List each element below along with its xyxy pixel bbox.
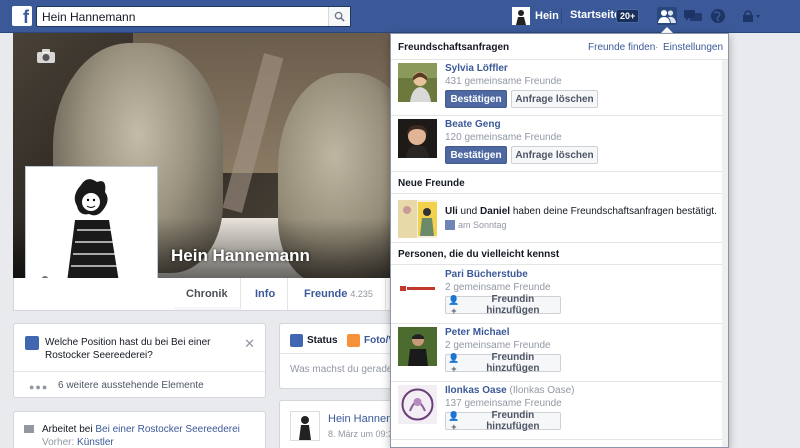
request-name[interactable]: Sylvia Löffler	[445, 63, 508, 74]
suggestions-header: Personen, die du vielleicht kennst	[391, 243, 728, 265]
mutual-friends[interactable]: 137 gemeinsame Freunde	[445, 398, 562, 409]
post-avatar[interactable]	[290, 411, 320, 441]
profile-tabs: Chronik Info Freunde 4.235	[13, 278, 393, 311]
request-name[interactable]: Beate Geng	[445, 119, 501, 130]
top-user-name: Hein	[535, 10, 559, 22]
intro-card: Arbeitet bei Bei einer Rostocker Seereed…	[13, 411, 266, 448]
delete-request-button[interactable]: Anfrage löschen	[511, 90, 598, 108]
top-navigation-bar: f Hein Startseite 20+	[0, 0, 800, 33]
home-count-badge: 20+	[616, 9, 640, 23]
tab-freunde-label: Freunde	[304, 288, 348, 300]
mutual-friends[interactable]: 120 gemeinsame Freunde	[445, 132, 562, 143]
pencil-icon	[25, 336, 39, 350]
friends-small-icon	[445, 220, 455, 230]
add-friend-icon: 👤+	[448, 410, 460, 432]
messages-jewel[interactable]	[683, 7, 703, 25]
search-button[interactable]	[328, 7, 350, 26]
new-friends-avatar	[398, 200, 437, 238]
post-timestamp[interactable]: 8. März um 09:30	[328, 429, 398, 439]
friends-count: 4.235	[350, 289, 373, 299]
user-avatar	[512, 7, 530, 25]
tab-freunde[interactable]: Freunde 4.235	[292, 278, 386, 310]
status-tab[interactable]: Status	[290, 334, 338, 347]
suggestion-item: Pari Bücherstube 2 gemeinsame Freunde 👤+…	[391, 266, 728, 324]
friends-icon	[658, 10, 676, 23]
add-friend-icon: 👤+	[448, 352, 460, 374]
search-icon	[334, 11, 345, 22]
find-friends-link[interactable]: Freunde finden	[588, 42, 655, 53]
more-dots-icon: ●●●	[29, 382, 49, 392]
confirm-button[interactable]: Bestätigen	[445, 90, 507, 108]
suggestion-name[interactable]: Peter Michael	[445, 327, 509, 338]
friend-request-item: Beate Geng 120 gemeinsame Freunde Bestät…	[391, 116, 728, 172]
new-friends-header: Neue Freunde	[391, 172, 728, 194]
nav-divider	[561, 9, 562, 24]
new-friends-text: Uli und Daniel haben deine Freundschafts…	[445, 206, 717, 217]
add-friend-button[interactable]: 👤+ Freundin hinzufügen	[445, 294, 561, 316]
delete-request-button[interactable]: Anfrage löschen	[511, 146, 598, 164]
friend-requests-dropdown: Freundschaftsanfragen Freunde finden · E…	[390, 33, 729, 448]
briefcase-icon	[24, 425, 34, 433]
timeline-post: Hein Hannemann 8. März um 09:30	[279, 400, 414, 448]
account-menu[interactable]	[740, 7, 764, 25]
close-icon[interactable]: ✕	[244, 336, 255, 352]
mutual-friends[interactable]: 2 gemeinsame Freunde	[445, 340, 551, 351]
suggestion-avatar[interactable]	[398, 327, 437, 366]
suggestion-item: Ilonkas Oase (Ilonkas Oase) 137 gemeinsa…	[391, 382, 728, 440]
status-icon	[290, 334, 303, 347]
search-box	[36, 6, 351, 27]
suggestion-name[interactable]: Pari Bücherstube	[445, 269, 528, 280]
previous-work-link[interactable]: Künstler	[77, 437, 114, 448]
settings-link[interactable]: Einstellungen	[663, 42, 723, 53]
work-link[interactable]: Bei einer Rostocker Seereederei	[95, 424, 240, 435]
top-profile-link[interactable]: Hein	[512, 6, 559, 26]
notifications-jewel[interactable]	[708, 7, 728, 25]
previous-work: Vorher: Künstler	[42, 437, 114, 448]
suggestion-alt-name: (Ilonkas Oase)	[509, 385, 575, 396]
confirm-button[interactable]: Bestätigen	[445, 146, 507, 164]
globe-icon	[711, 9, 725, 23]
mutual-friends[interactable]: 2 gemeinsame Freunde	[445, 282, 551, 293]
friend-request-item: Sylvia Löffler 431 gemeinsame Freunde Be…	[391, 60, 728, 116]
dropdown-scrollbar[interactable]	[722, 60, 728, 447]
search-input[interactable]	[37, 7, 322, 26]
new-friends-item[interactable]: Uli und Daniel haben deine Freundschafts…	[391, 194, 728, 243]
add-friend-button[interactable]: 👤+ Freundin hinzufügen	[445, 352, 561, 374]
pending-items-link[interactable]: 6 weitere ausstehende Elemente	[58, 380, 204, 391]
facebook-logo-icon[interactable]: f	[12, 6, 32, 26]
mutual-friends[interactable]: 431 gemeinsame Freunde	[445, 76, 562, 87]
suggestion-avatar[interactable]	[398, 385, 437, 424]
request-avatar[interactable]	[398, 63, 437, 102]
profile-prompt-card: Welche Position hast du bei Bei einer Ro…	[13, 323, 266, 398]
status-input[interactable]: Was machst du gerade?	[290, 364, 398, 375]
tab-chronik[interactable]: Chronik	[174, 278, 241, 310]
suggestion-avatar[interactable]	[398, 269, 437, 308]
messages-icon	[684, 10, 702, 21]
dropdown-title: Freundschaftsanfragen	[398, 42, 510, 53]
suggestion-item: Peter Michael 2 gemeinsame Freunde 👤+ Fre…	[391, 324, 728, 382]
home-link[interactable]: Startseite	[570, 9, 620, 21]
friend-requests-jewel[interactable]	[657, 7, 677, 25]
new-friends-time: am Sonntag	[445, 220, 507, 230]
request-avatar[interactable]	[398, 119, 437, 158]
tab-info[interactable]: Info	[243, 278, 289, 310]
photo-icon	[347, 334, 360, 347]
profile-name: Hein Hannemann	[171, 246, 310, 265]
lock-icon	[743, 10, 760, 22]
prompt-question[interactable]: Welche Position hast du bei Bei einer Ro…	[45, 336, 245, 362]
camera-icon[interactable]	[36, 48, 56, 64]
add-friend-button[interactable]: 👤+ Freundin hinzufügen	[445, 410, 561, 432]
dropdown-header: Freundschaftsanfragen Freunde finden · E…	[391, 34, 728, 60]
add-friend-icon: 👤+	[448, 294, 460, 316]
work-info: Arbeitet bei Bei einer Rostocker Seereed…	[42, 424, 240, 435]
status-composer: Status Foto/Video Was machst du gerade?	[279, 323, 415, 389]
suggestion-name[interactable]: Ilonkas Oase (Ilonkas Oase)	[445, 385, 575, 396]
